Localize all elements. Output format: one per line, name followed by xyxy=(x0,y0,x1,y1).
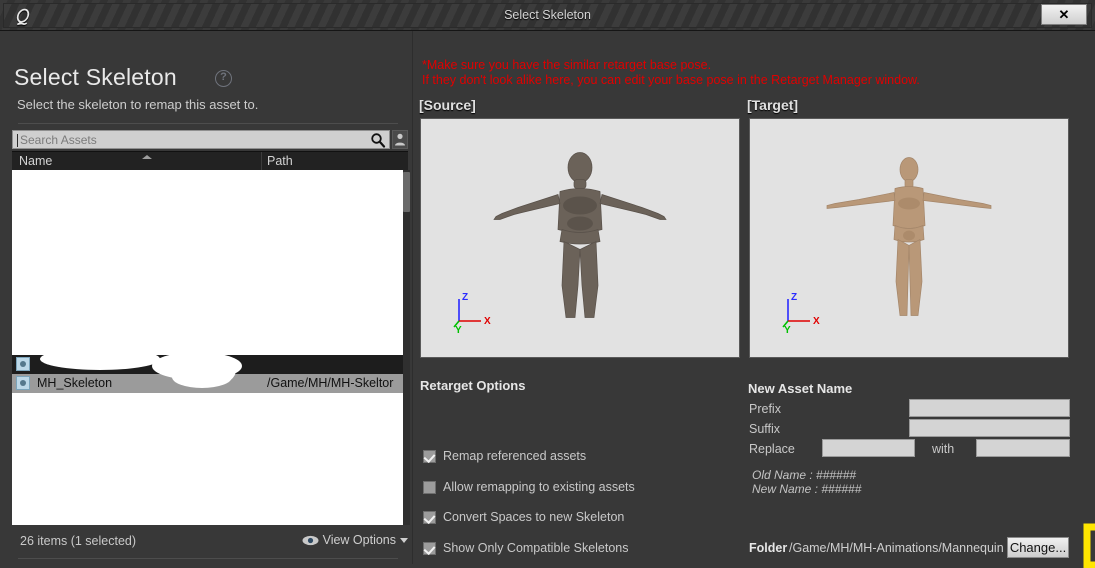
axis-gizmo: Z X Y xyxy=(453,292,491,335)
checkbox-label: Remap referenced assets xyxy=(443,449,587,463)
target-viewport[interactable]: Z X Y xyxy=(749,118,1069,358)
page-subtitle: Select the skeleton to remap this asset … xyxy=(17,97,259,112)
with-input[interactable] xyxy=(976,439,1070,457)
old-name-preview: Old Name : ###### xyxy=(752,468,857,482)
source-viewport-label: [Source] xyxy=(419,97,476,113)
sort-ascending-icon xyxy=(142,155,152,159)
svg-text:X: X xyxy=(813,316,820,327)
checkbox-icon[interactable] xyxy=(423,480,436,494)
row-name: MH_Skeleton xyxy=(37,376,113,390)
redaction-smudge xyxy=(40,348,160,370)
svg-text:Y: Y xyxy=(784,325,791,335)
target-viewport-label: [Target] xyxy=(747,97,799,113)
search-placeholder: Search Assets xyxy=(20,133,97,147)
checkbox-allow-remapping-existing[interactable]: Allow remapping to existing assets xyxy=(423,480,635,494)
checkbox-label: Convert Spaces to new Skeleton xyxy=(443,510,625,524)
window-titlebar: 𝚀 Select Skeleton ✕ xyxy=(0,0,1095,31)
page-title: Select Skeleton xyxy=(14,64,177,90)
magnifier-icon[interactable] xyxy=(370,132,386,148)
list-scrollbar-thumb[interactable] xyxy=(403,172,410,212)
column-header-name[interactable]: Name xyxy=(19,154,52,168)
checkbox-icon[interactable] xyxy=(423,449,436,463)
checkbox-remap-referenced-assets[interactable]: Remap referenced assets xyxy=(423,449,586,463)
view-options-button[interactable]: View Options xyxy=(302,533,408,547)
checkbox-label: Allow remapping to existing assets xyxy=(443,480,635,494)
svg-text:Z: Z xyxy=(791,292,797,303)
checkbox-convert-spaces[interactable]: Convert Spaces to new Skeleton xyxy=(423,510,624,524)
redaction-overlay xyxy=(12,170,408,355)
view-options-label: View Options xyxy=(322,533,396,547)
divider-bottom xyxy=(18,558,398,559)
axis-gizmo: Z X Y xyxy=(782,292,820,335)
suffix-label: Suffix xyxy=(749,422,781,436)
warning-line-2: If they don't look alike here, you can e… xyxy=(422,73,920,87)
suffix-input[interactable] xyxy=(909,419,1070,437)
search-input[interactable]: Search Assets xyxy=(12,130,390,149)
prefix-label: Prefix xyxy=(749,402,781,416)
column-divider[interactable] xyxy=(261,152,262,171)
person-icon[interactable] xyxy=(392,130,408,149)
asset-list-status-row: 26 items (1 selected) View Options xyxy=(12,533,408,553)
retarget-options-title: Retarget Options xyxy=(420,378,526,393)
select-skeleton-dialog: 𝚀 Select Skeleton ✕ Select Skeleton ? Se… xyxy=(0,0,1095,568)
text-caret xyxy=(17,134,18,147)
prefix-input[interactable] xyxy=(909,399,1070,417)
replace-label: Replace xyxy=(749,442,795,456)
skeleton-asset-icon xyxy=(16,357,30,371)
divider-top xyxy=(18,123,398,124)
warning-line-1: *Make sure you have the similar retarget… xyxy=(422,58,712,72)
new-asset-name-title: New Asset Name xyxy=(748,381,853,396)
checkbox-label: Show Only Compatible Skeletons xyxy=(443,541,629,555)
asset-list-header: Name Path xyxy=(12,151,408,171)
search-row: Search Assets xyxy=(12,130,408,149)
asset-list[interactable]: MH_Skeleton /Game/MH/MH-Skeltor xyxy=(12,170,408,525)
retarget-preview-panel: *Make sure you have the similar retarget… xyxy=(414,31,1095,568)
svg-text:Y: Y xyxy=(455,325,462,335)
checkbox-icon[interactable] xyxy=(423,541,436,555)
new-name-preview: New Name : ###### xyxy=(752,482,862,496)
source-skeleton-preview xyxy=(493,152,667,318)
item-count-label: 26 items (1 selected) xyxy=(20,534,137,548)
redaction-smudge xyxy=(200,356,236,384)
chevron-down-icon xyxy=(400,537,408,543)
skeleton-asset-icon xyxy=(16,376,30,390)
replace-input[interactable] xyxy=(822,439,915,457)
column-header-path[interactable]: Path xyxy=(267,154,293,168)
list-scrollbar-track[interactable] xyxy=(403,170,410,525)
folder-path-value: /Game/MH/MH-Animations/Mannequin xyxy=(789,541,1004,555)
target-skeleton-preview xyxy=(826,157,992,316)
folder-label: Folder xyxy=(749,541,788,555)
help-icon[interactable]: ? xyxy=(215,70,232,87)
svg-text:Z: Z xyxy=(462,292,468,303)
row-path: /Game/MH/MH-Skeltor xyxy=(267,376,394,390)
with-label: with xyxy=(932,442,955,456)
asset-picker-panel: Select Skeleton ? Select the skeleton to… xyxy=(4,31,413,564)
svg-text:X: X xyxy=(484,316,491,327)
source-viewport[interactable]: Z X Y xyxy=(420,118,740,358)
annotation-arrow-right-icon xyxy=(1083,523,1095,568)
window-title: Select Skeleton xyxy=(504,8,591,22)
change-folder-button[interactable]: Change... xyxy=(1007,537,1069,558)
redaction-overlay xyxy=(12,393,408,525)
checkbox-icon[interactable] xyxy=(423,510,436,524)
close-button[interactable]: ✕ xyxy=(1041,4,1087,25)
checkbox-show-only-compatible[interactable]: Show Only Compatible Skeletons xyxy=(423,541,629,555)
eye-icon xyxy=(302,535,319,545)
